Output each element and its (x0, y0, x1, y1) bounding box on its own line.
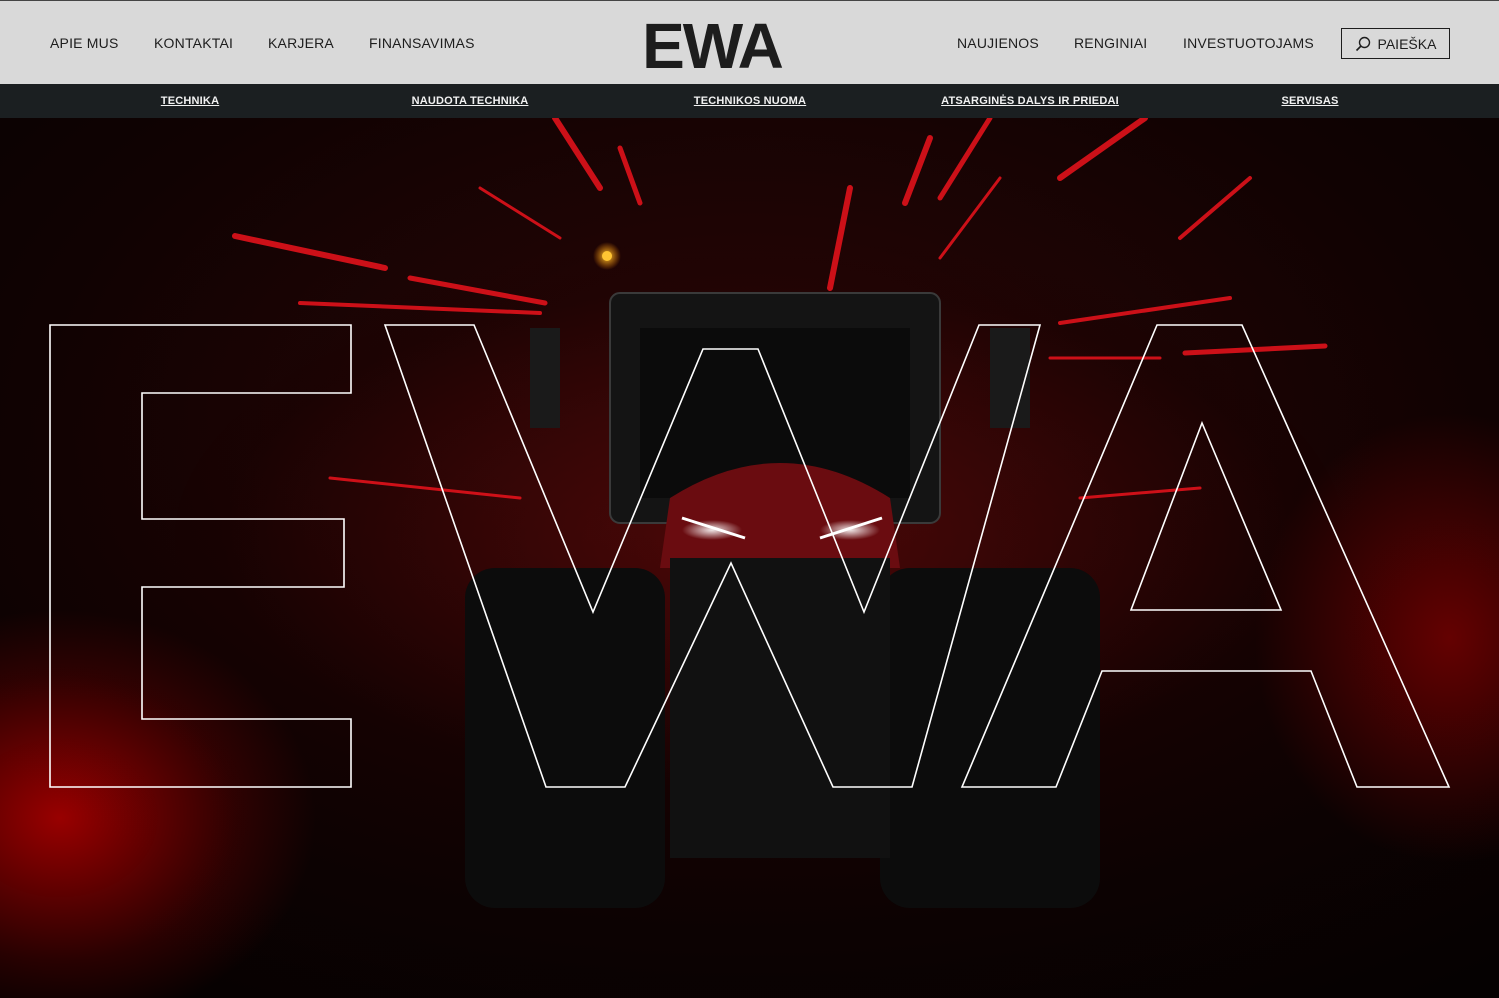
subnav-naudota-technika[interactable]: NAUDOTA TECHNIKA (412, 84, 529, 118)
outline-letter-e (49, 324, 352, 788)
nav-kontaktai[interactable]: KONTAKTAI (154, 35, 233, 51)
search-button[interactable]: PAIEŠKA (1341, 28, 1450, 59)
search-label: PAIEŠKA (1377, 35, 1437, 52)
tractor-silhouette (465, 242, 1100, 908)
subnav-technika[interactable]: TECHNIKA (161, 84, 219, 118)
nav-renginiai[interactable]: RENGINIAI (1074, 35, 1147, 51)
top-header: APIE MUS KONTAKTAI KARJERA FINANSAVIMAS … (0, 0, 1499, 84)
nav-finansavimas[interactable]: FINANSAVIMAS (369, 35, 475, 51)
subnav-atsargines-dalys[interactable]: ATSARGINĖS DALYS IR PRIEDAI (941, 84, 1119, 118)
ewa-logo[interactable]: EWA (638, 10, 786, 82)
nav-naujienos[interactable]: NAUJIENOS (957, 35, 1039, 51)
logo-text: EWA (642, 13, 783, 73)
subnav-technikos-nuoma[interactable]: TECHNIKOS NUOMA (694, 84, 806, 118)
search-icon (1355, 36, 1370, 51)
category-nav: TECHNIKA NAUDOTA TECHNIKA TECHNIKOS NUOM… (0, 84, 1499, 118)
hero-image (49, 118, 1451, 908)
nav-karjera[interactable]: KARJERA (268, 35, 334, 51)
subnav-servisas[interactable]: SERVISAS (1281, 84, 1338, 118)
nav-investuotojams[interactable]: INVESTUOTOJAMS (1183, 35, 1314, 51)
nav-apie-mus[interactable]: APIE MUS (50, 35, 119, 51)
hero-banner (0, 118, 1499, 998)
